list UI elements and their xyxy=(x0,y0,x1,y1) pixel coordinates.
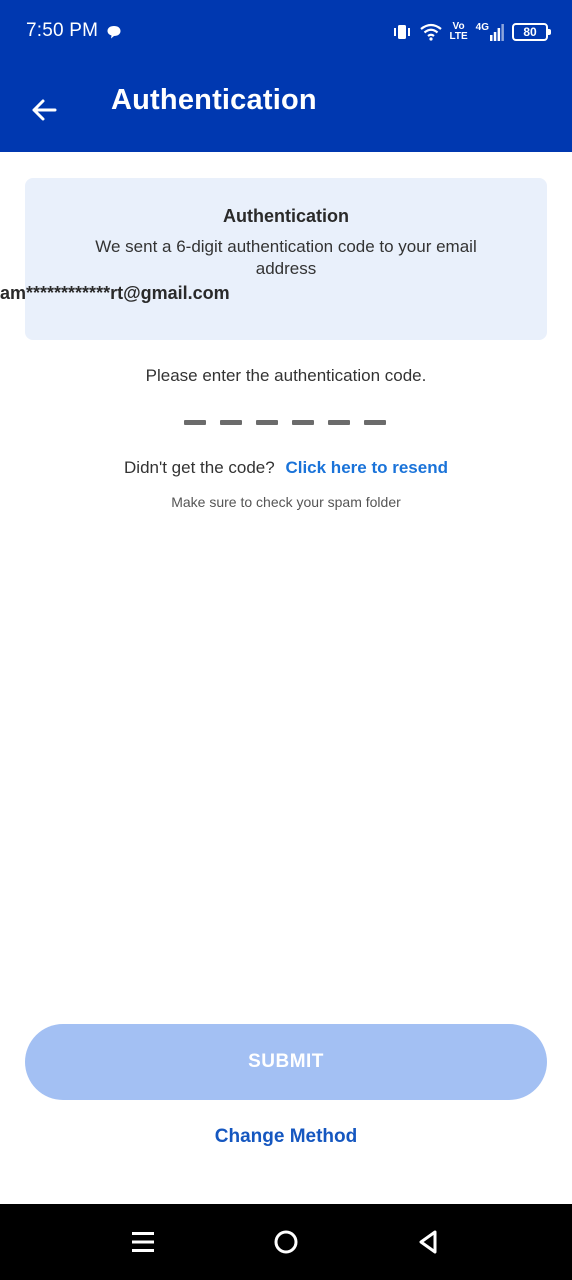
change-method-link[interactable]: Change Method xyxy=(0,1126,572,1148)
back-triangle-icon[interactable] xyxy=(414,1228,442,1256)
battery-level: 80 xyxy=(523,25,537,39)
system-nav-bar xyxy=(0,1204,572,1280)
vibrate-icon xyxy=(392,23,412,41)
resend-question: Didn't get the code? xyxy=(124,458,275,477)
signal-icon: 4G xyxy=(476,23,504,41)
home-icon[interactable] xyxy=(272,1228,300,1256)
code-slot[interactable] xyxy=(184,420,206,425)
resend-link[interactable]: Click here to resend xyxy=(285,458,448,477)
code-slot[interactable] xyxy=(220,420,242,425)
info-card: Authentication We sent a 6-digit authent… xyxy=(25,178,547,340)
wifi-icon xyxy=(419,23,442,41)
status-icons: Vo LTE 4G 80 xyxy=(392,20,551,44)
code-slot[interactable] xyxy=(328,420,350,425)
back-button[interactable] xyxy=(26,92,62,128)
code-slot[interactable] xyxy=(256,420,278,425)
menu-icon[interactable] xyxy=(129,1228,157,1256)
status-time: 7:50 PM xyxy=(26,20,99,41)
submit-button[interactable]: SUBMIT xyxy=(25,1024,547,1100)
app-header: 7:50 PM Vo LTE 4G 80 Authentication xyxy=(0,0,572,152)
code-prompt: Please enter the authentication code. xyxy=(145,366,427,385)
page-title: Authentication xyxy=(111,84,317,116)
spam-hint: Make sure to check your spam folder xyxy=(171,494,401,510)
code-input[interactable] xyxy=(184,420,386,425)
status-bar: 7:50 PM Vo LTE 4G 80 xyxy=(0,0,572,64)
code-slot[interactable] xyxy=(292,420,314,425)
volte-icon: Vo LTE xyxy=(450,22,468,42)
info-card-title: Authentication xyxy=(223,206,349,226)
masked-email: am************rt@gmail.com xyxy=(0,283,230,303)
info-card-message: We sent a 6-digit authentication code to… xyxy=(95,237,477,278)
arrow-left-icon xyxy=(32,99,57,121)
chat-icon xyxy=(106,24,122,40)
code-slot[interactable] xyxy=(364,420,386,425)
resend-row: Didn't get the code? Click here to resen… xyxy=(0,458,572,478)
network-type-label: 4G xyxy=(475,22,489,33)
volte-bottom-label: LTE xyxy=(449,31,468,42)
battery-icon: 80 xyxy=(512,23,551,41)
